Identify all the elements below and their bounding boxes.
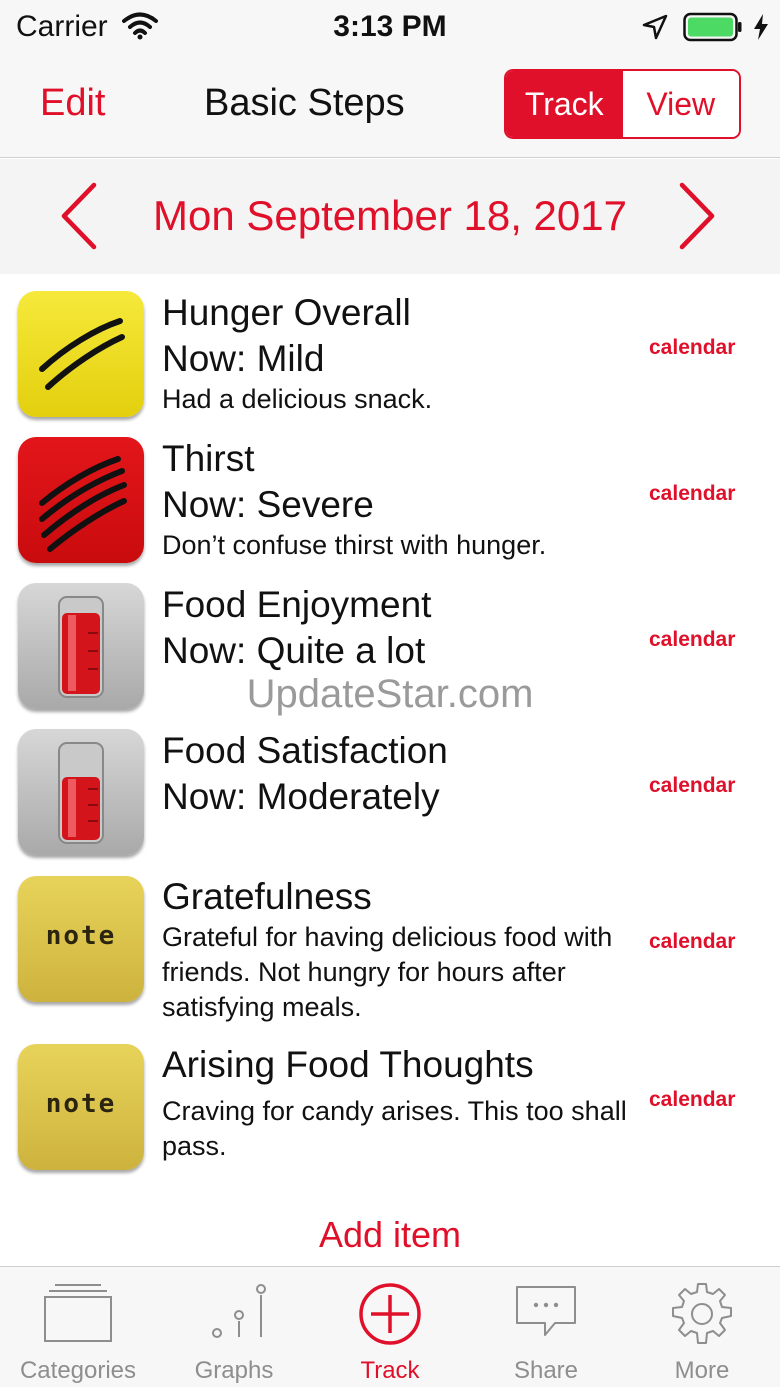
tab-label: Track bbox=[360, 1357, 420, 1384]
tab-label: Graphs bbox=[194, 1357, 274, 1384]
gauge-tube-icon[interactable] bbox=[18, 729, 144, 855]
tab-bar: Categories Graphs Track Share More bbox=[0, 1266, 780, 1387]
navigation-bar: Edit Basic Steps Track View bbox=[0, 56, 780, 158]
item-current-value: Now: Moderately bbox=[162, 776, 440, 817]
item-note: Don’t confuse thirst with hunger. bbox=[162, 530, 547, 560]
share-bubble-icon bbox=[516, 1286, 576, 1336]
list-item[interactable]: Food Satisfaction Now: Moderately calend… bbox=[0, 712, 780, 858]
calendar-link[interactable]: calendar bbox=[649, 482, 735, 506]
tab-label: Categories bbox=[19, 1357, 137, 1384]
item-title: Food Enjoyment bbox=[162, 584, 432, 625]
calendar-link[interactable]: calendar bbox=[649, 1088, 735, 1112]
calendar-link[interactable]: calendar bbox=[649, 774, 735, 798]
track-view-segmented-control: Track View bbox=[504, 69, 741, 139]
calendar-link[interactable]: calendar bbox=[649, 628, 735, 652]
current-date[interactable]: Mon September 18, 2017 bbox=[0, 192, 780, 240]
item-note: Had a delicious snack. bbox=[162, 384, 433, 414]
note-icon[interactable]: note bbox=[18, 1044, 144, 1170]
tab-graphs[interactable]: Graphs bbox=[156, 1267, 312, 1387]
calendar-link[interactable]: calendar bbox=[649, 930, 735, 954]
item-title: Thirst bbox=[162, 438, 255, 479]
tab-categories[interactable]: Categories bbox=[0, 1267, 156, 1387]
chevron-right-icon bbox=[679, 182, 715, 250]
charging-bolt-icon bbox=[752, 13, 770, 46]
item-current-value: Now: Quite a lot bbox=[162, 630, 426, 671]
next-day-button[interactable] bbox=[676, 181, 718, 256]
battery-icon bbox=[683, 12, 743, 47]
item-title: Food Satisfaction bbox=[162, 730, 448, 771]
note-icon-label: note bbox=[45, 921, 117, 951]
edit-button[interactable]: Edit bbox=[40, 82, 105, 125]
thirst-scale-icon[interactable] bbox=[18, 437, 144, 563]
tab-more[interactable]: More bbox=[624, 1267, 780, 1387]
note-icon-label: note bbox=[45, 1089, 117, 1119]
segment-view[interactable]: View bbox=[622, 71, 739, 137]
item-title: Gratefulness bbox=[162, 876, 372, 917]
list-item[interactable]: Hunger Overall Now: Mild Had a delicious… bbox=[0, 274, 780, 420]
item-note: Craving for candy arises. This too shall… bbox=[162, 1096, 627, 1161]
calendar-link[interactable]: calendar bbox=[649, 336, 735, 360]
graphs-icon bbox=[212, 1284, 266, 1338]
page-title: Basic Steps bbox=[204, 82, 405, 124]
categories-icon bbox=[44, 1284, 112, 1342]
item-current-value: Now: Mild bbox=[162, 338, 325, 379]
list-item[interactable]: note Arising Food Thoughts Craving for c… bbox=[0, 1026, 780, 1186]
gear-icon bbox=[672, 1283, 732, 1344]
status-bar: Carrier 3:13 PM bbox=[0, 0, 780, 56]
segment-track[interactable]: Track bbox=[506, 71, 623, 137]
list-item[interactable]: note Gratefulness Grateful for having de… bbox=[0, 858, 780, 1026]
note-icon[interactable]: note bbox=[18, 876, 144, 1002]
location-arrow-icon bbox=[642, 14, 668, 45]
hunger-scale-icon[interactable] bbox=[18, 291, 144, 417]
date-navigator: Mon September 18, 2017 bbox=[0, 159, 780, 274]
item-title: Hunger Overall bbox=[162, 292, 411, 333]
tab-share[interactable]: Share bbox=[468, 1267, 624, 1387]
track-plus-icon bbox=[359, 1283, 421, 1345]
item-note: Grateful for having delicious food with … bbox=[162, 922, 613, 1022]
list-item[interactable]: Thirst Now: Severe Don’t confuse thirst … bbox=[0, 420, 780, 566]
tab-label: More bbox=[674, 1357, 730, 1384]
watermark: UpdateStar.com bbox=[246, 672, 534, 716]
tab-label: Share bbox=[513, 1357, 579, 1384]
item-title: Arising Food Thoughts bbox=[162, 1044, 534, 1085]
item-current-value: Now: Severe bbox=[162, 484, 374, 525]
add-item-button[interactable]: Add item bbox=[0, 1214, 780, 1256]
tab-track[interactable]: Track bbox=[312, 1267, 468, 1387]
